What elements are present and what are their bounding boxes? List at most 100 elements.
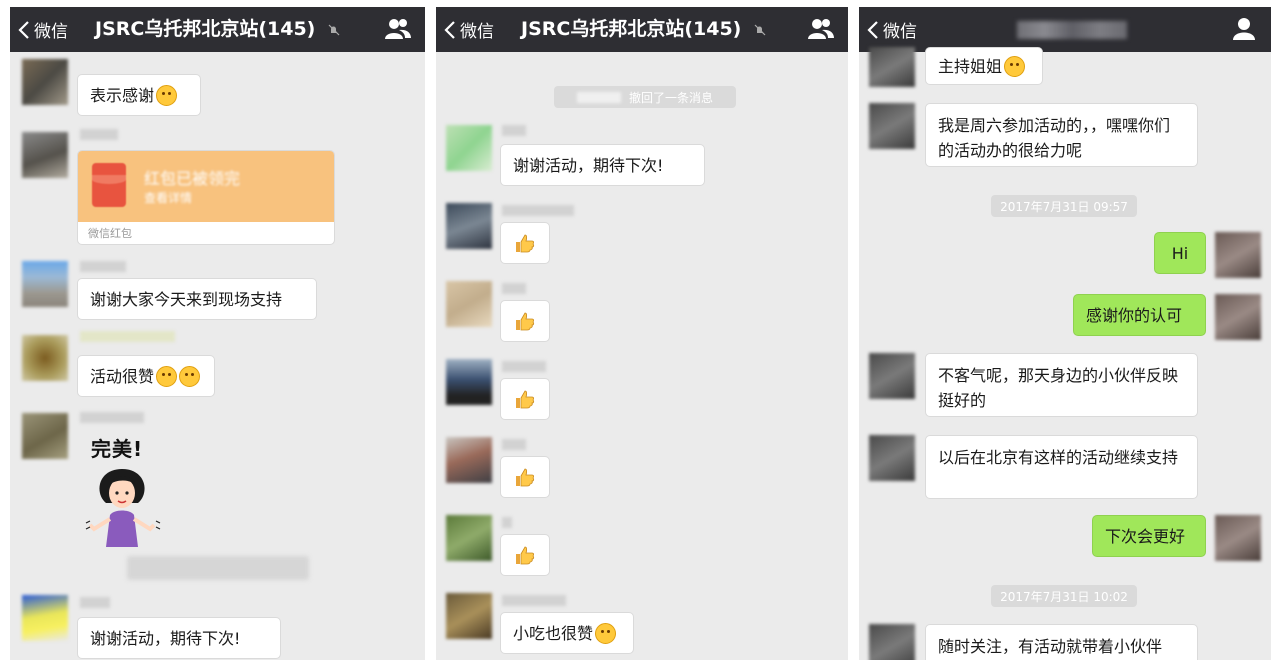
avatar[interactable]: [22, 261, 68, 307]
back-button[interactable]: 微信: [18, 7, 68, 52]
sticker-caption: 完美!: [91, 437, 144, 461]
timestamp-text: 2017年7月31日 09:57: [1000, 199, 1128, 214]
message-bubble[interactable]: 活动很赞: [77, 355, 215, 397]
avatar[interactable]: [446, 437, 492, 483]
back-button[interactable]: 微信: [867, 7, 917, 52]
avatar[interactable]: [446, 359, 492, 405]
recall-notice: 撤回了一条消息: [554, 86, 736, 108]
sender-name: [502, 595, 566, 606]
message-bubble[interactable]: 谢谢活动，期待下次!: [77, 617, 281, 659]
avatar[interactable]: [869, 435, 915, 481]
sender-name: [502, 439, 526, 450]
chat-panel-group-1: 微信 JSRC乌托邦北京站(145) 表示感谢 红包已被领完 查看详情 微信红包…: [10, 7, 425, 660]
message-text: 表示感谢: [90, 85, 155, 105]
chevron-left-icon: [867, 20, 878, 39]
message-text: 不客气呢，那天身边的小伙伴反映挺好的: [938, 366, 1179, 410]
person-icon[interactable]: [1233, 17, 1255, 41]
smile-emoji-icon: [156, 84, 178, 106]
avatar[interactable]: [869, 103, 915, 149]
red-packet-card[interactable]: 红包已被领完 查看详情 微信红包: [77, 150, 335, 245]
message-bubble[interactable]: [500, 222, 550, 264]
sender-name: [80, 331, 175, 342]
message-bubble[interactable]: 我是周六参加活动的，，嘿嘿你们的活动办的很给力呢: [925, 103, 1198, 167]
avatar-self[interactable]: [1215, 294, 1261, 340]
avatar[interactable]: [22, 335, 68, 381]
back-label: 微信: [460, 22, 494, 42]
message-text: 小吃也很赞: [513, 623, 594, 643]
message-text: 主持姐姐: [938, 56, 1003, 76]
chat-title: JSRC乌托邦北京站(145): [521, 7, 766, 52]
avatar[interactable]: [446, 281, 492, 327]
laugh-emoji-icon: [156, 365, 178, 387]
message-text: Hi: [1171, 243, 1189, 263]
timestamp: 2017年7月31日 09:57: [991, 195, 1137, 217]
chat-title-text: JSRC乌托邦北京站(145): [521, 18, 742, 40]
nav-bar: 微信: [859, 7, 1271, 52]
cartoon-girl-sticker[interactable]: [84, 463, 162, 547]
sender-name: [502, 517, 512, 528]
recaller-name: [576, 91, 621, 103]
message-bubble[interactable]: [500, 534, 550, 576]
avatar[interactable]: [22, 132, 68, 178]
group-icon[interactable]: [808, 17, 834, 41]
back-button[interactable]: 微信: [444, 7, 494, 52]
sender-name: [80, 129, 118, 140]
message-bubble[interactable]: 表示感谢: [77, 74, 201, 116]
sender-name: [502, 361, 546, 372]
message-bubble[interactable]: [500, 300, 550, 342]
avatar[interactable]: [446, 593, 492, 639]
message-bubble[interactable]: 以后在北京有这样的活动继续支持: [925, 435, 1198, 499]
chat-title: JSRC乌托邦北京站(145): [95, 7, 340, 52]
avatar[interactable]: [22, 595, 68, 641]
message-bubble-sent[interactable]: 下次会更好: [1092, 515, 1206, 557]
avatar-self[interactable]: [1215, 232, 1261, 278]
message-bubble-sent[interactable]: Hi: [1154, 232, 1206, 274]
sender-name: [502, 205, 574, 216]
message-text: 感谢你的认可: [1086, 305, 1183, 325]
red-packet-subtitle: 查看详情: [144, 191, 193, 205]
timestamp: 2017年7月31日 10:02: [991, 585, 1137, 607]
thumbs-up-icon: [516, 234, 535, 253]
message-text: 我是周六参加活动的，，嘿嘿你们的活动办的很给力呢: [938, 116, 1171, 160]
message-text: 活动很赞: [90, 366, 155, 386]
message-bubble[interactable]: 小吃也很赞: [500, 612, 634, 654]
chat-panel-group-2: 微信 JSRC乌托邦北京站(145) 撤回了一条消息 谢谢活动，期待下次! 小吃…: [436, 7, 848, 660]
message-bubble[interactable]: [500, 378, 550, 420]
message-bubble-sent[interactable]: 感谢你的认可: [1073, 294, 1206, 336]
message-text: 随时关注，有活动就带着小伙伴: [938, 637, 1163, 656]
system-notice: [127, 556, 309, 580]
avatar[interactable]: [869, 47, 915, 87]
message-bubble[interactable]: 谢谢活动，期待下次!: [500, 144, 705, 186]
avatar[interactable]: [22, 59, 68, 105]
message-bubble[interactable]: 主持姐姐: [925, 47, 1043, 85]
avatar[interactable]: [869, 624, 915, 660]
message-text: 谢谢活动，期待下次!: [513, 155, 664, 175]
avatar[interactable]: [446, 125, 492, 171]
message-bubble[interactable]: [500, 456, 550, 498]
red-packet-title: 红包已被领完: [144, 169, 241, 188]
chat-title-blurred: [1017, 21, 1127, 39]
avatar-self[interactable]: [1215, 515, 1261, 561]
group-icon[interactable]: [385, 17, 411, 41]
thumbs-up-icon: [516, 468, 535, 487]
message-bubble[interactable]: 随时关注，有活动就带着小伙伴: [925, 624, 1198, 660]
chat-title-text: JSRC乌托邦北京站(145): [95, 18, 316, 40]
avatar[interactable]: [22, 413, 68, 459]
avatar[interactable]: [446, 203, 492, 249]
avatar[interactable]: [446, 515, 492, 561]
message-bubble[interactable]: 谢谢大家今天来到现场支持: [77, 278, 317, 320]
avatar[interactable]: [869, 353, 915, 399]
sender-name: [80, 597, 110, 608]
laugh-emoji-icon: [595, 622, 617, 644]
timestamp-text: 2017年7月31日 10:02: [1000, 589, 1128, 604]
mute-icon: [754, 24, 766, 35]
thumbs-up-icon: [516, 390, 535, 409]
message-text: 以后在北京有这样的活动继续支持: [938, 448, 1179, 467]
red-packet-footer: 微信红包: [88, 227, 132, 240]
sender-name: [80, 261, 126, 272]
message-bubble[interactable]: 不客气呢，那天身边的小伙伴反映挺好的: [925, 353, 1198, 417]
red-packet-icon: [92, 163, 126, 207]
message-text: 谢谢大家今天来到现场支持: [90, 289, 283, 309]
message-text: 下次会更好: [1105, 526, 1186, 546]
back-label: 微信: [883, 22, 917, 42]
